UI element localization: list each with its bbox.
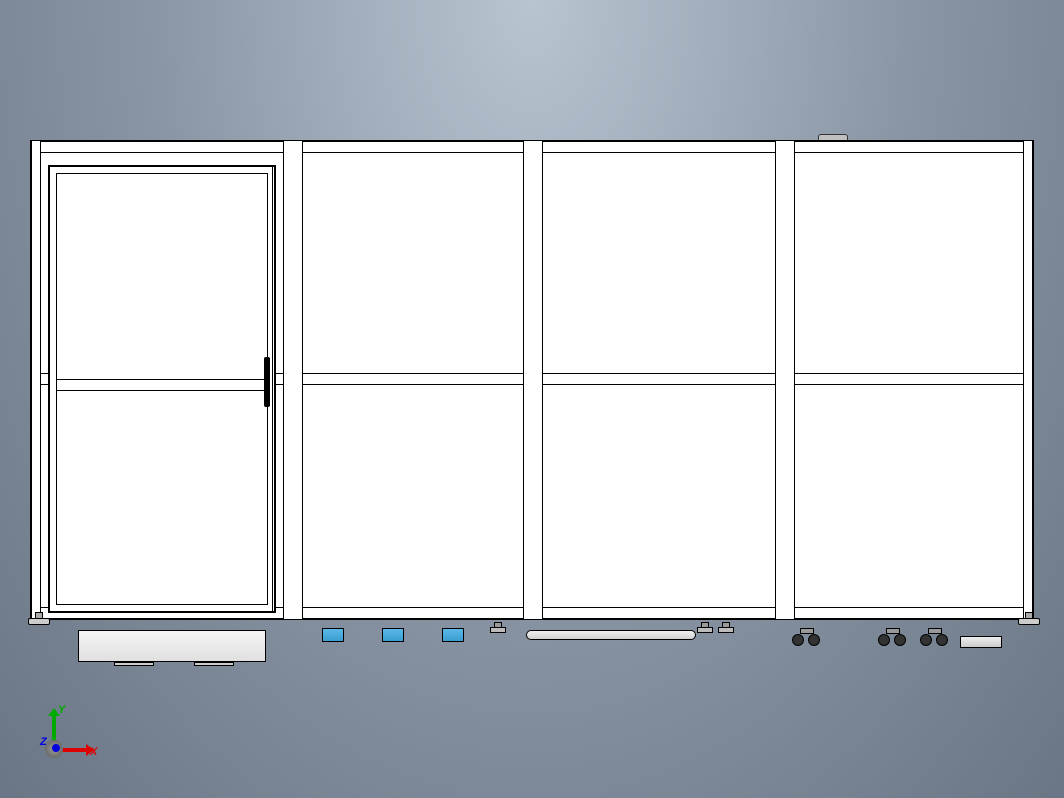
center-base-bar [526, 630, 696, 640]
z-axis-icon [52, 744, 60, 752]
frame-post-3 [775, 141, 795, 619]
caster-wheel-icon [878, 634, 890, 646]
y-axis-label: Y [58, 704, 65, 716]
caster-group-3 [920, 628, 950, 646]
blue-component-3 [442, 628, 464, 642]
frame-post-1 [283, 141, 303, 619]
coordinate-triad[interactable]: X Y Z [30, 708, 90, 768]
caster-wheel-icon [920, 634, 932, 646]
door-edge [270, 167, 278, 611]
x-axis-label: X [90, 746, 97, 758]
door-base-platform [78, 630, 266, 662]
blue-component-1 [322, 628, 344, 642]
caster-group-1 [792, 628, 822, 646]
platform-foot-1 [114, 662, 154, 666]
caster-wheel-icon [792, 634, 804, 646]
caster-group-2 [878, 628, 908, 646]
leveling-foot-right [1018, 618, 1038, 626]
caster-wheel-icon [808, 634, 820, 646]
right-base-element [960, 630, 1010, 646]
door-mid-rail [57, 379, 267, 391]
leveling-foot-left [28, 618, 48, 626]
caster-bracket-icon [800, 628, 814, 634]
cad-viewport[interactable]: X Y Z [0, 0, 1064, 798]
frame-post-left [31, 141, 41, 619]
frame-post-right [1023, 141, 1033, 619]
platform-foot-2 [194, 662, 234, 666]
caster-bracket-icon [928, 628, 942, 634]
blue-component-2 [382, 628, 404, 642]
model-container[interactable] [0, 0, 1064, 798]
door-frame [48, 165, 276, 613]
inner-foot-1 [490, 622, 504, 640]
door-frame-inner [56, 173, 268, 605]
frame-post-2 [523, 141, 543, 619]
caster-bracket-icon [886, 628, 900, 634]
inner-foot-3 [718, 622, 732, 640]
caster-wheel-icon [894, 634, 906, 646]
inner-foot-2 [697, 622, 711, 640]
caster-wheel-icon [936, 634, 948, 646]
z-axis-label: Z [40, 736, 47, 748]
